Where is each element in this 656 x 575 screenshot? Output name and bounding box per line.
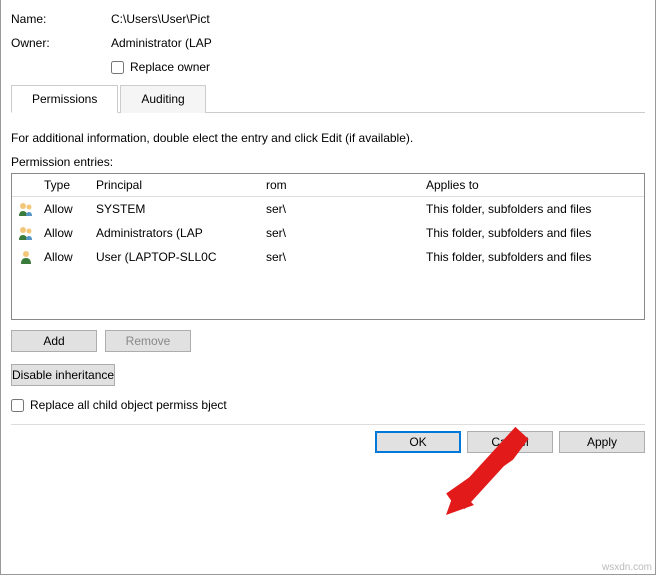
replace-owner-row: Replace owner	[111, 60, 645, 74]
tab-permissions[interactable]: Permissions	[11, 85, 118, 113]
watermark-text: wsxdn.com	[602, 562, 652, 573]
disable-inheritance-button[interactable]: Disable inheritance	[11, 364, 115, 386]
replace-owner-checkbox[interactable]	[111, 61, 124, 74]
user-group-icon	[18, 201, 34, 217]
name-row: Name: C:\Users\User\Pict	[11, 12, 645, 26]
table-row[interactable]: Allow Administrators (LAP ser\ This fold…	[12, 221, 644, 245]
table-row[interactable]: Allow SYSTEM ser\ This folder, subfolder…	[12, 197, 644, 221]
row-applies: This folder, subfolders and files	[420, 198, 644, 220]
entry-buttons: Add Remove	[11, 330, 645, 352]
row-principal: SYSTEM	[90, 198, 260, 220]
add-button[interactable]: Add	[11, 330, 97, 352]
inheritance-buttons: Disable inheritance	[11, 364, 645, 386]
row-type: Allow	[38, 198, 90, 220]
row-applies: This folder, subfolders and files	[420, 246, 644, 268]
tab-auditing[interactable]: Auditing	[120, 85, 205, 113]
row-from: ser\	[260, 222, 420, 244]
advanced-security-dialog: Name: C:\Users\User\Pict Owner: Administ…	[0, 0, 656, 575]
user-group-icon	[18, 225, 34, 241]
owner-row: Owner: Administrator (LAP	[11, 36, 645, 50]
replace-child-checkbox[interactable]	[11, 399, 24, 412]
row-applies: This folder, subfolders and files	[420, 222, 644, 244]
row-principal: Administrators (LAP	[90, 222, 260, 244]
row-from: ser\	[260, 198, 420, 220]
header-principal[interactable]: Principal	[90, 174, 260, 196]
header-applies-to[interactable]: Applies to	[420, 174, 644, 196]
row-icon-cell	[12, 221, 38, 245]
owner-value: Administrator (LAP	[111, 36, 645, 50]
row-type: Allow	[38, 246, 90, 268]
owner-label: Owner:	[11, 36, 111, 50]
header-type[interactable]: Type	[38, 174, 90, 196]
user-single-icon	[18, 249, 34, 265]
table-header-row: Type Principal rom Applies to	[12, 174, 644, 197]
row-type: Allow	[38, 222, 90, 244]
permission-entries-table: Type Principal rom Applies to Allow SYST…	[11, 173, 645, 320]
header-spacer	[12, 174, 38, 196]
row-icon-cell	[12, 245, 38, 269]
name-label: Name:	[11, 12, 111, 26]
dialog-actions: OK Cancel Apply	[11, 424, 645, 453]
instructions-text: For additional information, double elect…	[11, 131, 645, 145]
entries-label: Permission entries:	[11, 155, 645, 169]
cancel-button[interactable]: Cancel	[467, 431, 553, 453]
table-row[interactable]: Allow User (LAPTOP-SLL0C ser\ This folde…	[12, 245, 644, 269]
ok-button[interactable]: OK	[375, 431, 461, 453]
name-value: C:\Users\User\Pict	[111, 12, 645, 26]
replace-child-row: Replace all child object permiss bject	[11, 398, 645, 412]
header-from[interactable]: rom	[260, 174, 420, 196]
row-principal: User (LAPTOP-SLL0C	[90, 246, 260, 268]
row-from: ser\	[260, 246, 420, 268]
apply-button[interactable]: Apply	[559, 431, 645, 453]
row-icon-cell	[12, 197, 38, 221]
remove-button[interactable]: Remove	[105, 330, 191, 352]
table-empty-space	[12, 269, 644, 319]
tab-bar: Permissions Auditing	[11, 84, 645, 113]
replace-child-label: Replace all child object permiss bject	[30, 398, 227, 412]
replace-owner-label: Replace owner	[130, 60, 210, 74]
